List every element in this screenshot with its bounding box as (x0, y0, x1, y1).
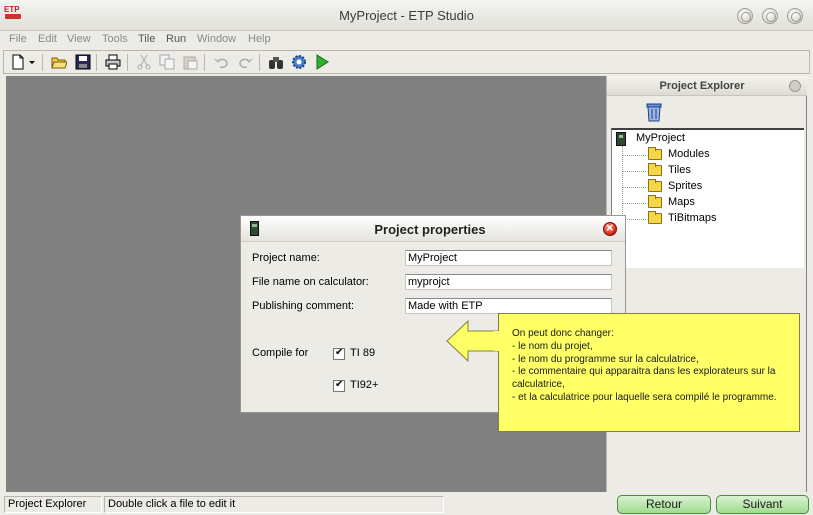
project-tree: MyProject Modules Tiles Sprites Maps TiB… (611, 128, 804, 268)
ti89-checkbox[interactable] (333, 347, 345, 360)
ti89-label: TI 89 (350, 347, 376, 359)
close-window-button[interactable] (787, 8, 803, 24)
redo-icon[interactable] (237, 54, 253, 70)
new-file-icon[interactable] (10, 54, 26, 70)
folder-icon (648, 195, 662, 208)
compile-for-label: Compile for (252, 347, 309, 359)
binoculars-icon[interactable] (268, 54, 284, 70)
menu-tile[interactable]: Tile (138, 33, 155, 45)
tree-item-label: Modules (668, 148, 710, 160)
menu-tools[interactable]: Tools (102, 33, 128, 45)
toolbar-separator (96, 54, 97, 71)
menu-run[interactable]: Run (166, 33, 186, 45)
menu-bar: File Edit View Tools Tile Run Window Hel… (0, 31, 813, 49)
tree-line (622, 146, 623, 226)
toolbar-separator (127, 54, 128, 71)
title-bar: ETP MyProject - ETP Studio (0, 0, 813, 31)
explorer-title: Project Explorer (659, 80, 745, 92)
toolbar-separator (204, 54, 205, 71)
toolbar (3, 50, 810, 74)
dialog-close-button[interactable] (603, 220, 617, 236)
tree-item-label: Sprites (668, 180, 703, 192)
cut-icon[interactable] (136, 54, 152, 70)
undo-icon[interactable] (214, 54, 230, 70)
print-icon[interactable] (105, 54, 121, 70)
project-name-label: Project name: (252, 252, 320, 264)
tree-line (622, 155, 646, 156)
tree-item-label: TiBitmaps (668, 212, 717, 224)
ti92plus-label: TI92+ (350, 379, 379, 391)
build-gear-icon[interactable] (291, 54, 307, 70)
window-title: MyProject - ETP Studio (339, 8, 474, 23)
toolbar-separator (42, 54, 43, 71)
status-panel: Project Explorer (4, 496, 102, 513)
explorer-close-button[interactable] (789, 80, 801, 92)
menu-file[interactable]: File (9, 33, 27, 45)
toolbar-separator (259, 54, 260, 71)
tutorial-callout: On peut donc changer: - le nom du projet… (498, 313, 800, 432)
calculator-icon (616, 132, 626, 146)
tree-root-label: MyProject (636, 132, 685, 144)
calculator-file-name-label: File name on calculator: (252, 276, 369, 288)
tree-item-label: Tiles (668, 164, 691, 176)
ti92plus-checkbox[interactable] (333, 379, 345, 392)
minimize-button[interactable] (737, 8, 753, 24)
tree-item-label: Maps (668, 196, 695, 208)
folder-icon (648, 179, 662, 192)
menu-window[interactable]: Window (197, 33, 236, 45)
tree-line (622, 171, 646, 172)
paste-icon[interactable] (182, 54, 198, 70)
callout-text: On peut donc changer: - le nom du projet… (512, 328, 777, 403)
back-button[interactable]: Retour (617, 495, 711, 514)
copy-icon[interactable] (159, 54, 175, 70)
folder-icon (648, 147, 662, 160)
calculator-file-name-input[interactable] (405, 274, 612, 290)
dialog-title-bar: Project properties (241, 216, 625, 242)
callout-arrow-joint (494, 331, 502, 351)
run-play-icon[interactable] (314, 54, 330, 70)
save-icon[interactable] (75, 54, 91, 70)
folder-icon (648, 211, 662, 224)
tree-line (622, 203, 646, 204)
folder-icon (648, 163, 662, 176)
status-bar: Project Explorer Double click a file to … (0, 494, 813, 515)
explorer-header: Project Explorer (607, 76, 807, 96)
dropdown-arrow-icon[interactable] (28, 54, 36, 70)
dialog-title: Project properties (374, 222, 486, 237)
next-button[interactable]: Suivant (716, 495, 809, 514)
trash-bin-icon[interactable] (645, 100, 663, 122)
open-folder-icon[interactable] (51, 54, 67, 70)
menu-help[interactable]: Help (248, 33, 271, 45)
publishing-comment-label: Publishing comment: (252, 300, 355, 312)
publishing-comment-input[interactable] (405, 298, 612, 314)
menu-view[interactable]: View (67, 33, 91, 45)
status-hint: Double click a file to edit it (104, 496, 444, 513)
project-name-input[interactable] (405, 250, 612, 266)
menu-edit[interactable]: Edit (38, 33, 57, 45)
maximize-button[interactable] (762, 8, 778, 24)
tree-line (622, 187, 646, 188)
